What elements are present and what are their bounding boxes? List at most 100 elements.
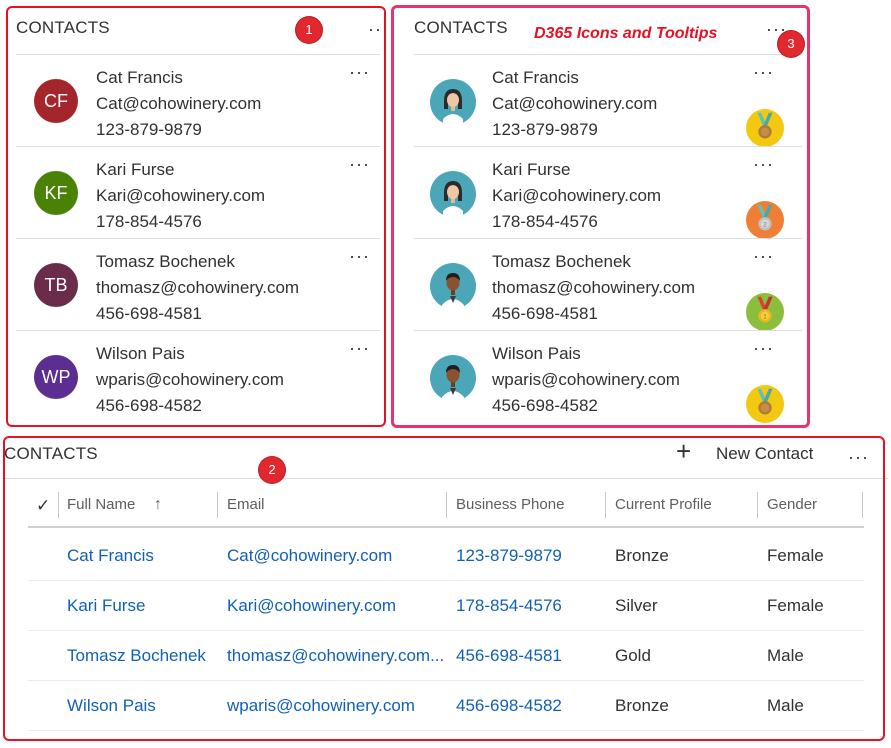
cell-full-name[interactable]: Wilson Pais bbox=[67, 681, 215, 731]
contact-email: Kari@cohowinery.com bbox=[492, 186, 662, 205]
add-icon: + bbox=[676, 436, 692, 466]
contact-name: Tomasz Bochenek bbox=[492, 252, 631, 271]
initials-avatar: WP bbox=[34, 355, 78, 399]
table-row[interactable]: Kari Furse Kari@cohowinery.com 178-854-4… bbox=[28, 581, 864, 631]
card-more-button[interactable]: ··· bbox=[753, 247, 774, 265]
panel-title: CONTACTS bbox=[414, 18, 508, 37]
grid-divider bbox=[2, 478, 888, 479]
annotation-caption: D365 Icons and Tooltips bbox=[534, 25, 718, 42]
contact-name: Tomasz Bochenek bbox=[96, 252, 235, 271]
gold-medal-icon[interactable]: 1 bbox=[746, 293, 784, 331]
contact-name: Wilson Pais bbox=[492, 344, 581, 363]
contact-email: thomasz@cohowinery.com bbox=[492, 278, 696, 297]
cell-full-name[interactable]: Cat Francis bbox=[67, 531, 215, 581]
initials-avatar: CF bbox=[34, 79, 78, 123]
male-avatar-icon bbox=[430, 355, 476, 401]
panel-title: CONTACTS bbox=[16, 18, 110, 37]
cell-email[interactable]: Cat@cohowinery.com bbox=[227, 531, 447, 581]
contact-email: Cat@cohowinery.com bbox=[492, 94, 658, 113]
column-header-email[interactable]: Email bbox=[227, 488, 265, 528]
table-row[interactable]: Tomasz Bochenek thomasz@cohowinery.com..… bbox=[28, 631, 864, 681]
initials-avatar: KF bbox=[34, 171, 78, 215]
cell-gender: Female bbox=[767, 596, 824, 615]
panel-more-button[interactable]: ··· bbox=[368, 20, 389, 38]
cell-business-phone[interactable]: 178-854-4576 bbox=[456, 581, 604, 631]
contact-card[interactable]: KF Kari Furse Kari@cohowinery.com 178-85… bbox=[16, 146, 380, 238]
contact-name: Kari Furse bbox=[492, 160, 571, 179]
medal-rank-label: 1 bbox=[763, 314, 767, 321]
card-more-button[interactable]: ··· bbox=[753, 63, 774, 81]
female-avatar-icon bbox=[430, 171, 476, 217]
cell-current-profile: Silver bbox=[615, 596, 658, 615]
contact-email: wparis@cohowinery.com bbox=[492, 370, 680, 389]
contact-card[interactable]: Cat Francis Cat@cohowinery.com 123-879-9… bbox=[414, 54, 802, 147]
column-header-full-name[interactable]: Full Name bbox=[67, 488, 135, 528]
column-separator bbox=[757, 492, 758, 518]
table-row[interactable]: Cat Francis Cat@cohowinery.com 123-879-9… bbox=[28, 531, 864, 581]
column-separator bbox=[217, 492, 218, 518]
select-all-checkmark-icon[interactable]: ✓ bbox=[36, 488, 50, 524]
initials-avatar: TB bbox=[34, 263, 78, 307]
contact-card[interactable]: CF Cat Francis Cat@cohowinery.com 123-87… bbox=[16, 54, 380, 146]
column-separator bbox=[446, 492, 447, 518]
contact-phone: 456-698-4581 bbox=[96, 304, 202, 323]
contact-card[interactable]: Tomasz Bochenek thomasz@cohowinery.com 4… bbox=[414, 238, 802, 331]
contact-phone: 123-879-9879 bbox=[96, 120, 202, 139]
cell-current-profile: Bronze bbox=[615, 696, 669, 715]
column-header-gender[interactable]: Gender bbox=[767, 488, 817, 528]
contact-name: Cat Francis bbox=[492, 68, 579, 87]
female-avatar-icon bbox=[430, 79, 476, 125]
cell-full-name[interactable]: Tomasz Bochenek bbox=[67, 631, 215, 681]
annotation-badge-2: 2 bbox=[259, 457, 285, 483]
column-separator bbox=[605, 492, 606, 518]
contact-email: Cat@cohowinery.com bbox=[96, 94, 262, 113]
sort-ascending-icon[interactable]: ↑ bbox=[154, 488, 162, 522]
contact-card[interactable]: Kari Furse Kari@cohowinery.com 178-854-4… bbox=[414, 146, 802, 239]
cell-gender: Female bbox=[767, 546, 824, 565]
contact-phone: 456-698-4582 bbox=[96, 396, 202, 415]
cell-business-phone[interactable]: 456-698-4581 bbox=[456, 631, 604, 681]
contact-phone: 178-854-4576 bbox=[492, 212, 598, 231]
contact-name: Wilson Pais bbox=[96, 344, 185, 363]
contacts-card-panel-initials: CONTACTS ··· CF Cat Francis Cat@cohowine… bbox=[6, 6, 389, 426]
contact-card[interactable]: TB Tomasz Bochenek thomasz@cohowinery.co… bbox=[16, 238, 380, 330]
annotation-badge-3: 3 bbox=[778, 31, 804, 57]
annotation-badge-1: 1 bbox=[296, 17, 322, 43]
contact-card[interactable]: Wilson Pais wparis@cohowinery.com 456-69… bbox=[414, 330, 802, 423]
new-contact-label: New Contact bbox=[716, 444, 814, 463]
card-more-button[interactable]: ··· bbox=[349, 247, 370, 265]
contact-email: wparis@cohowinery.com bbox=[96, 370, 284, 389]
contact-card-list: CF Cat Francis Cat@cohowinery.com 123-87… bbox=[16, 54, 380, 426]
cell-email[interactable]: Kari@cohowinery.com bbox=[227, 581, 447, 631]
card-more-button[interactable]: ··· bbox=[349, 155, 370, 173]
contact-name: Cat Francis bbox=[96, 68, 183, 87]
contact-card[interactable]: WP Wilson Pais wparis@cohowinery.com 456… bbox=[16, 330, 380, 422]
panel-title: CONTACTS bbox=[4, 444, 98, 463]
cell-business-phone[interactable]: 123-879-9879 bbox=[456, 531, 604, 581]
contact-phone: 178-854-4576 bbox=[96, 212, 202, 231]
contact-email: Kari@cohowinery.com bbox=[96, 186, 266, 205]
contact-email: thomasz@cohowinery.com bbox=[96, 278, 300, 297]
column-separator bbox=[58, 492, 59, 518]
contacts-card-panel-icons: CONTACTS ··· Cat Francis Cat@cohowinery.… bbox=[392, 4, 810, 428]
cell-current-profile: Bronze bbox=[615, 546, 669, 565]
column-header-business-phone[interactable]: Business Phone bbox=[456, 488, 564, 528]
cell-email[interactable]: wparis@cohowinery.com bbox=[227, 681, 447, 731]
card-more-button[interactable]: ··· bbox=[753, 155, 774, 173]
cell-business-phone[interactable]: 456-698-4582 bbox=[456, 681, 604, 731]
contact-phone: 123-879-9879 bbox=[492, 120, 598, 139]
cell-email[interactable]: thomasz@cohowinery.com... bbox=[227, 631, 449, 681]
medal-rank-label: 2 bbox=[763, 222, 767, 229]
card-more-button[interactable]: ··· bbox=[349, 339, 370, 357]
card-more-button[interactable]: ··· bbox=[349, 63, 370, 81]
cell-current-profile: Gold bbox=[615, 646, 651, 665]
grid-more-button[interactable]: ··· bbox=[848, 448, 869, 466]
bronze-medal-icon[interactable] bbox=[746, 109, 784, 147]
column-header-current-profile[interactable]: Current Profile bbox=[615, 488, 712, 528]
table-row[interactable]: Wilson Pais wparis@cohowinery.com 456-69… bbox=[28, 681, 864, 731]
bronze-medal-icon[interactable] bbox=[746, 385, 784, 423]
column-separator bbox=[862, 492, 863, 518]
cell-full-name[interactable]: Kari Furse bbox=[67, 581, 215, 631]
card-more-button[interactable]: ··· bbox=[753, 339, 774, 357]
silver-medal-icon[interactable]: 2 bbox=[746, 201, 784, 239]
